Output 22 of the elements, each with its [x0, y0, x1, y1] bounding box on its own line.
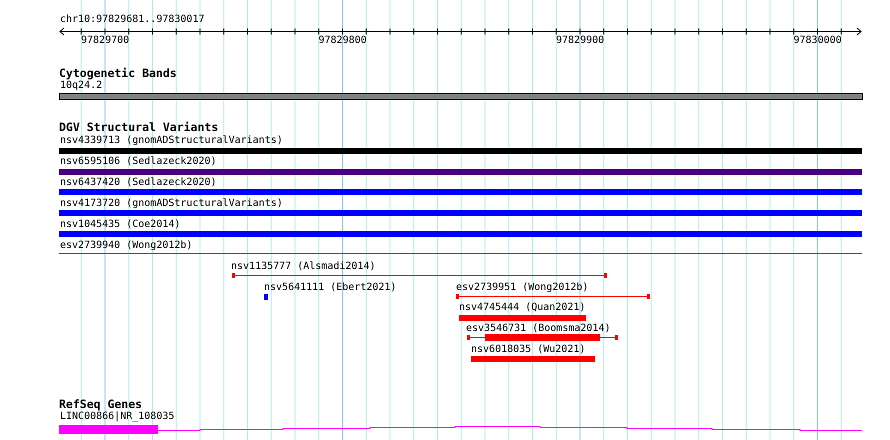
- tick-label: 97829700: [81, 35, 130, 46]
- feature-label: esv2739951 (Wong2012b): [456, 282, 588, 293]
- feature-label: nsv4339713 (gnomADStructuralVariants): [60, 135, 283, 146]
- track-title: Cytogenetic Bands: [59, 67, 177, 80]
- band-label: 10q24.2: [60, 80, 102, 91]
- location-label: chr10:97829681..97830017: [60, 14, 204, 25]
- feature-label: nsv1045435 (Coe2014): [60, 219, 180, 230]
- feature-label: nsv6437420 (Sedlazeck2020): [60, 177, 217, 188]
- feature-label: nsv5641111 (Ebert2021): [264, 282, 396, 293]
- feature-label: nsv4745444 (Quan2021): [459, 302, 586, 313]
- gene-label: LINC00866|NR_108035: [60, 411, 174, 422]
- track-title: DGV Structural Variants: [59, 121, 218, 134]
- track-title: RefSeq Genes: [59, 398, 142, 411]
- feature-label: esv2739940 (Wong2012b): [60, 240, 192, 251]
- tick-label: 97830000: [794, 35, 842, 46]
- feature-label: nsv6018035 (Wu2021): [471, 344, 586, 355]
- feature-label: nsv4173720 (gnomADStructuralVariants): [60, 198, 283, 209]
- feature-label: nsv6595106 (Sedlazeck2020): [60, 156, 217, 167]
- tick-label: 97829900: [556, 35, 604, 46]
- tick-label: 97829800: [318, 35, 367, 46]
- feature-label: nsv1135777 (Alsmadi2014): [231, 261, 376, 272]
- feature-label: esv3546731 (Boomsma2014): [466, 323, 610, 334]
